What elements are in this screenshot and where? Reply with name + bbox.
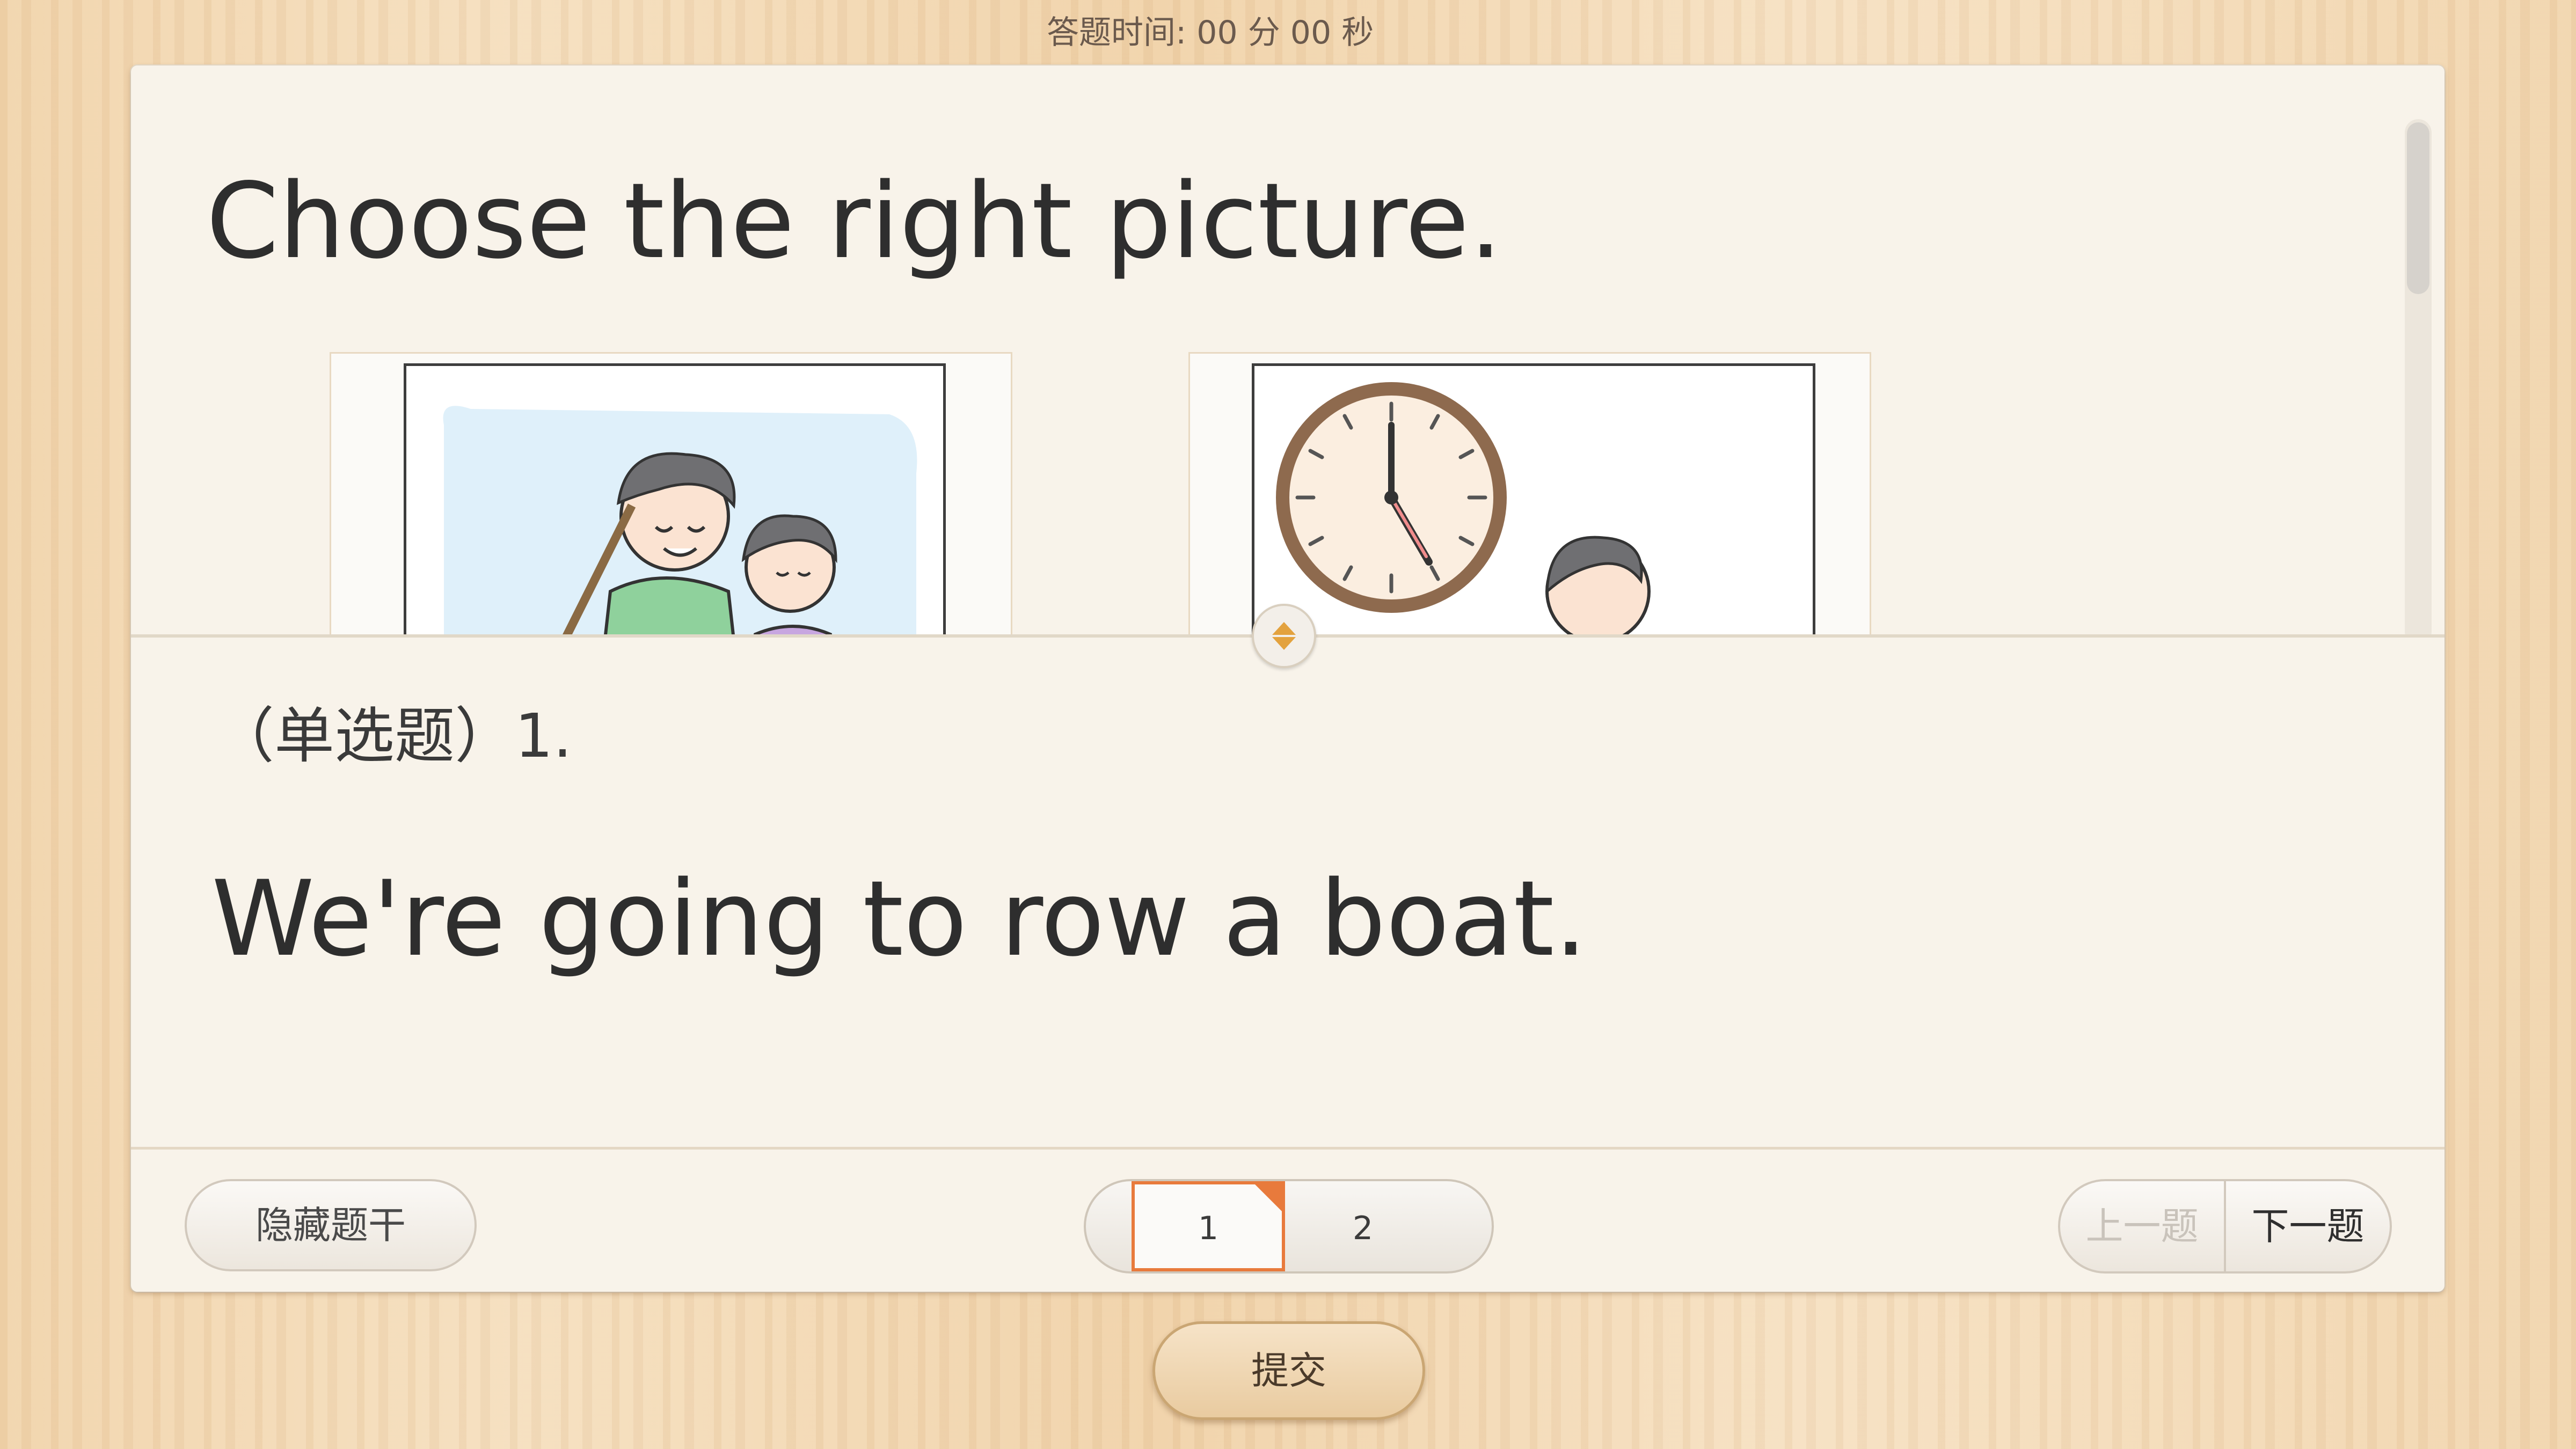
stem-scrollbar-thumb[interactable] [2407,122,2429,294]
boat-rowing-picture-icon [404,363,946,634]
submit-button[interactable]: 提交 [1152,1321,1425,1420]
question-panel: Choose the right picture. （单选题）1. We're … [131,65,2444,1292]
question-type-label: （单选题）1. [214,701,572,771]
page-button-current[interactable]: 1 [1132,1181,1285,1271]
answer-timer: 答题时间: 00 分 00 秒 [1047,10,1412,56]
timer-label: 答题时间: [1047,14,1187,52]
bottom-toolbar: 隐藏题干 1 2 上一题 下一题 [131,1147,2444,1294]
next-question-button[interactable]: 下一题 [2226,1181,2390,1271]
page-button[interactable]: 2 [1287,1181,1439,1271]
previous-question-button[interactable]: 上一题 [2060,1181,2226,1271]
stem-instruction: Choose the right picture. [206,160,1502,282]
hide-stem-button[interactable]: 隐藏题干 [185,1179,477,1271]
question-pager: 1 2 [1084,1179,1494,1274]
stem-scrollbar[interactable] [2405,119,2432,634]
current-page-marker-icon [1255,1184,1282,1211]
question-navigation: 上一题 下一题 [2058,1179,2392,1274]
timer-value: 00 分 00 秒 [1196,14,1374,52]
picture-option-boat[interactable] [330,352,1012,634]
question-stem: Choose the right picture. [131,65,2444,634]
clock-five-oclock-picture-icon [1252,363,1815,634]
question-text: We're going to row a boat. [211,858,1588,979]
page-number: 1 [1198,1210,1219,1247]
resize-handle-icon[interactable] [1252,604,1316,668]
picture-option-clock[interactable] [1188,352,1871,634]
